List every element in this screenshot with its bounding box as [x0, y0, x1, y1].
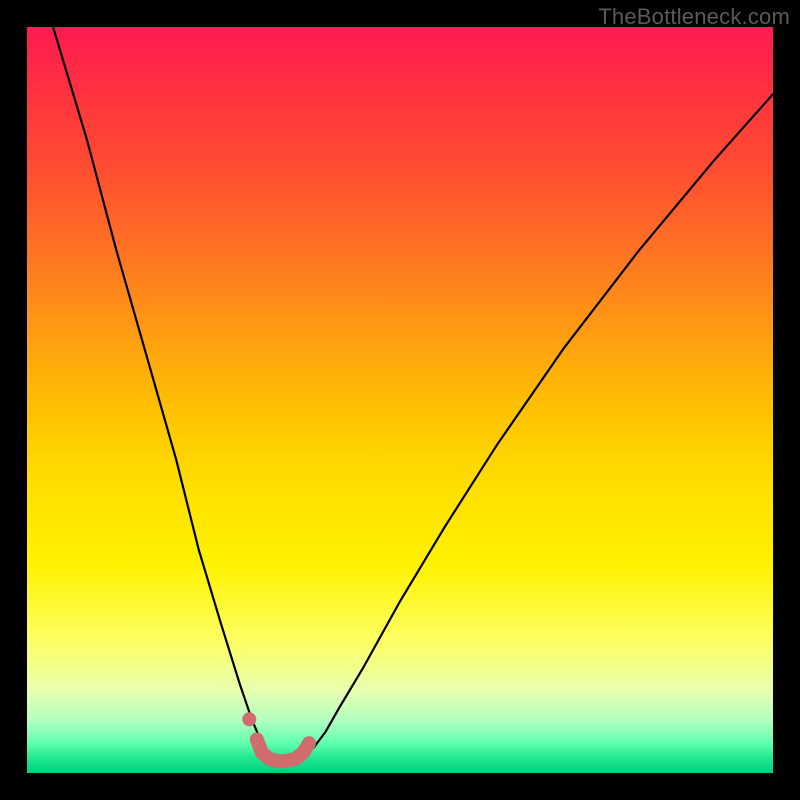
chart-svg: [27, 27, 773, 773]
marker-dot: [242, 712, 256, 726]
optimal-marker: [257, 739, 309, 761]
plot-area: [27, 27, 773, 773]
bottleneck-curve: [53, 27, 773, 762]
